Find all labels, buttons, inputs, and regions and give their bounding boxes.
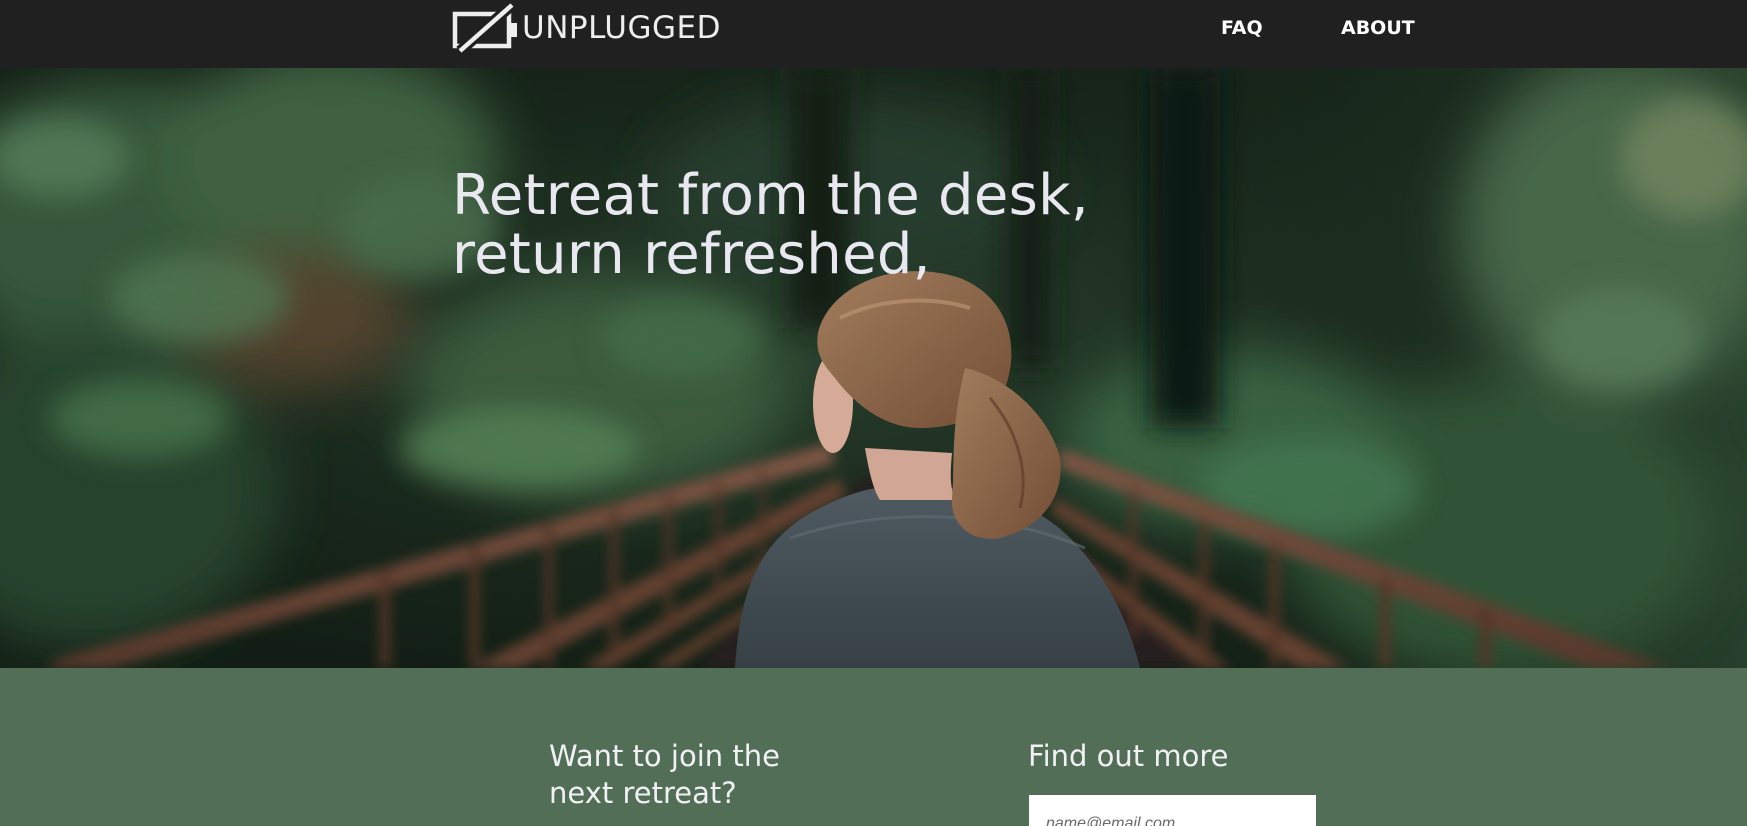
- hero-headline: Retreat from the desk, return refreshed,: [452, 166, 1089, 284]
- join-heading-line-2: next retreat?: [549, 776, 737, 810]
- signup-section: Want to join the next retreat? Find out m…: [0, 668, 1747, 826]
- join-retreat-heading: Want to join the next retreat?: [549, 738, 849, 812]
- email-input[interactable]: [1029, 795, 1316, 826]
- hero-headline-line-1: Retreat from the desk,: [452, 163, 1089, 228]
- logo-wordmark: UNPLUGGED: [522, 10, 721, 46]
- find-out-more-heading: Find out more: [1028, 739, 1229, 773]
- woman-on-forest-bridge-photo: [0, 68, 1747, 668]
- join-heading-line-1: Want to join the: [549, 739, 780, 773]
- nav-link-about[interactable]: ABOUT: [1341, 16, 1415, 40]
- top-nav-bar: UNPLUGGED FAQ ABOUT: [0, 0, 1747, 68]
- hero-section: Retreat from the desk, return refreshed,: [0, 68, 1747, 668]
- unplugged-battery-icon: [452, 2, 517, 54]
- nav-link-faq[interactable]: FAQ: [1221, 16, 1263, 40]
- hero-headline-line-2: return refreshed,: [452, 222, 931, 287]
- logo-link[interactable]: UNPLUGGED: [452, 2, 721, 54]
